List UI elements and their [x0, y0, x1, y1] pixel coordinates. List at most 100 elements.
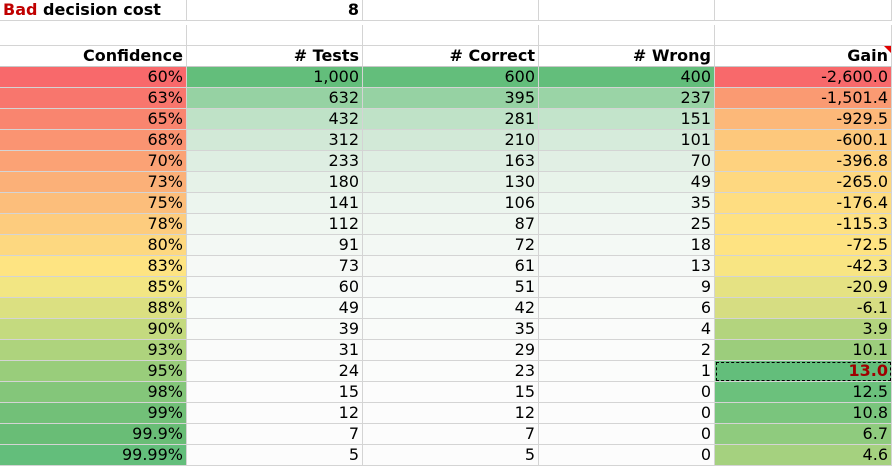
wrong-cell[interactable]: 18	[539, 235, 715, 256]
correct-cell[interactable]: 23	[363, 361, 539, 382]
tests-cell[interactable]: 5	[187, 445, 363, 466]
wrong-cell[interactable]: 400	[539, 67, 715, 88]
confidence-cell[interactable]: 60%	[0, 67, 187, 88]
correct-cell[interactable]: 130	[363, 172, 539, 193]
gain-cell[interactable]: 12.5	[715, 382, 892, 403]
tests-cell[interactable]: 632	[187, 88, 363, 109]
wrong-cell[interactable]: 4	[539, 319, 715, 340]
empty-cell[interactable]	[539, 0, 715, 21]
wrong-cell[interactable]: 0	[539, 445, 715, 466]
gain-cell[interactable]: -1,501.4	[715, 88, 892, 109]
gain-cell[interactable]: -72.5	[715, 235, 892, 256]
wrong-cell[interactable]: 49	[539, 172, 715, 193]
tests-cell[interactable]: 141	[187, 193, 363, 214]
wrong-cell[interactable]: 35	[539, 193, 715, 214]
gain-cell[interactable]: 13.0	[715, 361, 892, 382]
tests-cell[interactable]: 12	[187, 403, 363, 424]
confidence-cell[interactable]: 93%	[0, 340, 187, 361]
correct-cell[interactable]: 15	[363, 382, 539, 403]
tests-cell[interactable]: 112	[187, 214, 363, 235]
confidence-cell[interactable]: 99%	[0, 403, 187, 424]
wrong-cell[interactable]: 25	[539, 214, 715, 235]
gain-cell[interactable]: -20.9	[715, 277, 892, 298]
gain-cell[interactable]: 6.7	[715, 424, 892, 445]
tests-cell[interactable]: 7	[187, 424, 363, 445]
confidence-cell[interactable]: 85%	[0, 277, 187, 298]
correct-cell[interactable]: 12	[363, 403, 539, 424]
correct-cell[interactable]: 106	[363, 193, 539, 214]
gain-cell[interactable]: -6.1	[715, 298, 892, 319]
tests-cell[interactable]: 91	[187, 235, 363, 256]
wrong-cell[interactable]: 6	[539, 298, 715, 319]
tests-cell[interactable]: 180	[187, 172, 363, 193]
correct-cell[interactable]: 42	[363, 298, 539, 319]
empty-cell[interactable]	[715, 25, 892, 46]
header-tests[interactable]: # Tests	[187, 46, 363, 67]
wrong-cell[interactable]: 101	[539, 130, 715, 151]
correct-cell[interactable]: 600	[363, 67, 539, 88]
confidence-cell[interactable]: 90%	[0, 319, 187, 340]
gain-cell[interactable]: -929.5	[715, 109, 892, 130]
tests-cell[interactable]: 1,000	[187, 67, 363, 88]
correct-cell[interactable]: 61	[363, 256, 539, 277]
correct-cell[interactable]: 163	[363, 151, 539, 172]
header-gain[interactable]: Gain	[715, 46, 892, 67]
wrong-cell[interactable]: 237	[539, 88, 715, 109]
header-wrong[interactable]: # Wrong	[539, 46, 715, 67]
correct-cell[interactable]: 51	[363, 277, 539, 298]
gain-cell[interactable]: -176.4	[715, 193, 892, 214]
confidence-cell[interactable]: 83%	[0, 256, 187, 277]
confidence-cell[interactable]: 63%	[0, 88, 187, 109]
wrong-cell[interactable]: 0	[539, 382, 715, 403]
correct-cell[interactable]: 29	[363, 340, 539, 361]
wrong-cell[interactable]: 0	[539, 403, 715, 424]
gain-cell[interactable]: -265.0	[715, 172, 892, 193]
empty-cell[interactable]	[0, 25, 187, 46]
tests-cell[interactable]: 60	[187, 277, 363, 298]
correct-cell[interactable]: 72	[363, 235, 539, 256]
tests-cell[interactable]: 432	[187, 109, 363, 130]
confidence-cell[interactable]: 99.99%	[0, 445, 187, 466]
tests-cell[interactable]: 312	[187, 130, 363, 151]
tests-cell[interactable]: 24	[187, 361, 363, 382]
confidence-cell[interactable]: 68%	[0, 130, 187, 151]
correct-cell[interactable]: 7	[363, 424, 539, 445]
param-label-cell[interactable]: Bad decision cost	[0, 0, 187, 21]
gain-cell[interactable]: 10.1	[715, 340, 892, 361]
gain-cell[interactable]: 4.6	[715, 445, 892, 466]
tests-cell[interactable]: 39	[187, 319, 363, 340]
confidence-cell[interactable]: 99.9%	[0, 424, 187, 445]
tests-cell[interactable]: 31	[187, 340, 363, 361]
wrong-cell[interactable]: 0	[539, 424, 715, 445]
tests-cell[interactable]: 73	[187, 256, 363, 277]
empty-cell[interactable]	[715, 0, 892, 21]
gain-cell[interactable]: -396.8	[715, 151, 892, 172]
wrong-cell[interactable]: 13	[539, 256, 715, 277]
gain-cell[interactable]: -600.1	[715, 130, 892, 151]
confidence-cell[interactable]: 98%	[0, 382, 187, 403]
tests-cell[interactable]: 15	[187, 382, 363, 403]
wrong-cell[interactable]: 151	[539, 109, 715, 130]
correct-cell[interactable]: 87	[363, 214, 539, 235]
gain-cell[interactable]: -42.3	[715, 256, 892, 277]
confidence-cell[interactable]: 88%	[0, 298, 187, 319]
confidence-cell[interactable]: 75%	[0, 193, 187, 214]
gain-cell[interactable]: 3.9	[715, 319, 892, 340]
empty-cell[interactable]	[363, 0, 539, 21]
correct-cell[interactable]: 210	[363, 130, 539, 151]
wrong-cell[interactable]: 2	[539, 340, 715, 361]
confidence-cell[interactable]: 70%	[0, 151, 187, 172]
tests-cell[interactable]: 233	[187, 151, 363, 172]
wrong-cell[interactable]: 9	[539, 277, 715, 298]
empty-cell[interactable]	[187, 25, 363, 46]
correct-cell[interactable]: 281	[363, 109, 539, 130]
wrong-cell[interactable]: 70	[539, 151, 715, 172]
tests-cell[interactable]: 49	[187, 298, 363, 319]
param-value-cell[interactable]: 8	[187, 0, 363, 21]
gain-cell[interactable]: 10.8	[715, 403, 892, 424]
comment-indicator-icon[interactable]	[884, 46, 891, 53]
correct-cell[interactable]: 395	[363, 88, 539, 109]
header-correct[interactable]: # Correct	[363, 46, 539, 67]
empty-cell[interactable]	[539, 25, 715, 46]
gain-cell[interactable]: -2,600.0	[715, 67, 892, 88]
